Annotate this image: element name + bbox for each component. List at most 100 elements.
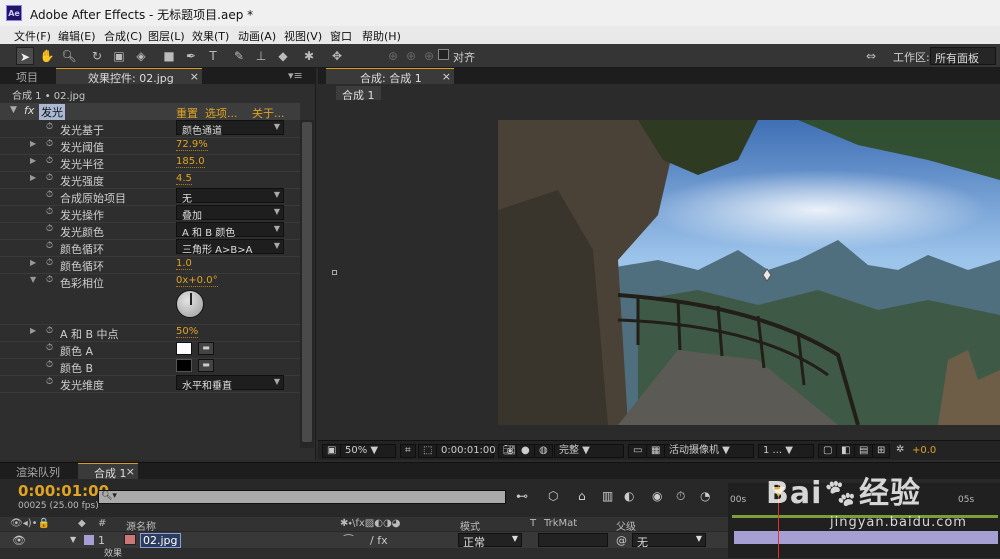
timeline-search-input[interactable]: 🔍︎▾ — [98, 490, 506, 504]
views-select[interactable]: 1 ... ▼ — [758, 444, 814, 458]
camera-tool-icon[interactable]: ▣ — [110, 47, 128, 65]
close-icon[interactable]: × — [190, 70, 199, 83]
glow-operation-select[interactable]: 叠加 ▼ — [176, 205, 284, 222]
stopwatch-icon[interactable]: ⏱ — [46, 343, 53, 353]
clone-stamp-tool-icon[interactable]: ⊥ — [252, 47, 270, 65]
expand-triangle-icon[interactable]: ▶ — [30, 156, 36, 165]
viewer-anchor-handle[interactable] — [332, 270, 337, 275]
stopwatch-icon[interactable]: ⏱ — [46, 360, 53, 370]
glow-threshold-value[interactable]: 72.9% — [176, 139, 208, 151]
trkmat-select[interactable] — [538, 533, 608, 547]
timer-icon[interactable]: ⏱ — [676, 489, 685, 504]
expand-triangle-icon[interactable]: ▶ — [30, 139, 36, 148]
blend-mode-select[interactable]: 正常 ▼ — [458, 533, 522, 549]
axis-world-icon[interactable]: ⊕ — [402, 47, 420, 65]
color-loops-value[interactable]: 1.0 — [176, 258, 192, 270]
composite-original-select[interactable]: 无 ▼ — [176, 188, 284, 205]
tab-effect-controls[interactable]: 效果控件: 02.jpg × — [56, 68, 202, 85]
workspace-select[interactable]: 所有面板 — [930, 47, 996, 65]
pen-tool-icon[interactable]: ✒ — [182, 47, 200, 65]
color-a-swatch[interactable] — [176, 342, 192, 355]
timeline-timecode[interactable]: 0:00:01:00 — [18, 482, 109, 500]
label-color-swatch[interactable] — [84, 535, 94, 545]
draft-3d-icon[interactable]: ⬡ — [548, 489, 558, 503]
close-icon[interactable]: × — [126, 465, 135, 478]
eyedropper-icon[interactable]: ▬ — [198, 359, 214, 372]
glow-radius-value[interactable]: 185.0 — [176, 156, 205, 168]
stopwatch-icon[interactable]: ⏱ — [46, 224, 53, 234]
grid-icon[interactable]: ⌗ — [400, 444, 416, 458]
stopwatch-icon[interactable]: ⏱ — [46, 122, 53, 132]
camera-select[interactable]: 活动摄像机 ▼ — [664, 444, 754, 458]
pickwhip-icon[interactable]: @ — [616, 534, 627, 547]
fast-preview-icon[interactable]: ◧ — [836, 444, 856, 458]
options-link[interactable]: 选项... — [205, 105, 238, 121]
region-icon[interactable]: ⬚ — [418, 444, 438, 458]
expand-triangle-icon[interactable]: ▶ — [30, 173, 36, 182]
tab-comp-1[interactable]: 合成 1 × — [78, 463, 138, 480]
stopwatch-icon[interactable]: ⏱ — [46, 190, 53, 200]
roi-icon[interactable]: ▭ — [628, 444, 648, 458]
exposure-icon[interactable]: ✲ — [892, 444, 908, 458]
scrollbar-thumb[interactable] — [302, 122, 312, 442]
pan-behind-tool-icon[interactable]: ◈ — [132, 47, 150, 65]
about-link[interactable]: 关于... — [252, 105, 285, 121]
flowchart-icon[interactable]: ⊞ — [872, 444, 891, 458]
puppet-pin-tool-icon[interactable]: ✥ — [328, 47, 346, 65]
timeline-icon[interactable]: ▤ — [854, 444, 874, 458]
current-time[interactable]: 0:00:01:00 — [436, 444, 496, 458]
exposure-value[interactable]: +0.0 — [912, 445, 936, 456]
toggle-pixel-icon[interactable]: ▢ — [818, 444, 838, 458]
comp-viewer[interactable] — [318, 100, 1000, 440]
graph-editor-icon[interactable]: ◉ — [652, 489, 662, 503]
zoom-select[interactable]: 50% ▼ — [340, 444, 396, 458]
visibility-eye-icon[interactable]: 👁 — [12, 534, 26, 547]
workspace-icon[interactable]: ⇔ — [862, 47, 880, 65]
stopwatch-icon[interactable]: ⏱ — [46, 156, 53, 166]
color-b-swatch[interactable] — [176, 359, 192, 372]
roto-brush-tool-icon[interactable]: ✱ — [300, 47, 318, 65]
tab-render-queue[interactable]: 渲染队列 — [10, 463, 66, 479]
color-phase-dial[interactable] — [176, 290, 204, 318]
menu-window[interactable]: 窗口 — [330, 28, 352, 44]
glow-dimensions-select[interactable]: 水平和垂直 ▼ — [176, 375, 284, 392]
glow-colors-select[interactable]: A 和 B 颜色 ▼ — [176, 222, 284, 239]
color-phase-value[interactable]: 0x+0.0° — [176, 275, 218, 287]
layer-duration-bar[interactable] — [734, 531, 998, 544]
resolution-select[interactable]: 完整 ▼ — [554, 444, 624, 458]
menu-edit[interactable]: 编辑(E) — [58, 28, 96, 44]
menu-help[interactable]: 帮助(H) — [362, 28, 401, 44]
stopwatch-icon[interactable]: ⏱ — [46, 258, 53, 268]
text-tool-icon[interactable]: T — [204, 47, 222, 65]
collapse-triangle-icon[interactable]: ▼ — [10, 105, 17, 115]
stopwatch-icon[interactable]: ⏱ — [46, 241, 53, 251]
transparency-grid-icon[interactable]: ▦ — [646, 444, 666, 458]
tab-project[interactable]: 项目 — [10, 68, 44, 84]
stopwatch-icon[interactable]: ⏱ — [46, 139, 53, 149]
menu-file[interactable]: 文件(F) — [14, 28, 51, 44]
stopwatch-icon[interactable]: ⏱ — [46, 377, 53, 387]
fx-toggle-icon[interactable]: fx — [24, 104, 34, 117]
snap-checkbox[interactable] — [438, 49, 449, 60]
rotate-tool-icon[interactable]: ↻ — [88, 47, 106, 65]
hand-tool-icon[interactable]: ✋ — [38, 47, 56, 65]
vertical-scrollbar[interactable] — [300, 120, 314, 448]
effect-name[interactable]: 发光 — [39, 104, 65, 120]
playback-icon[interactable]: ◔ — [700, 489, 710, 503]
rectangle-tool-icon[interactable]: ■ — [160, 47, 178, 65]
hide-shy-icon[interactable]: ⌂ — [578, 489, 586, 503]
collapse-triangle-icon[interactable]: ▼ — [30, 275, 36, 284]
frame-blending-icon[interactable]: ▥ — [602, 489, 613, 503]
axis-view-icon[interactable]: ⊕ — [420, 47, 438, 65]
stopwatch-icon[interactable]: ⏱ — [46, 275, 53, 285]
shy-switch-icon[interactable]: ⁀ — [344, 534, 353, 547]
menu-composition[interactable]: 合成(C) — [104, 28, 142, 44]
comp-mini-flowchart-icon[interactable]: ⊷ — [516, 489, 528, 503]
col-source-name[interactable]: 源名称 — [126, 518, 156, 533]
eyedropper-icon[interactable]: ▬ — [198, 342, 214, 355]
layer-name[interactable]: 02.jpg — [140, 533, 181, 548]
panel-menu-icon[interactable]: ▾≡ — [282, 68, 309, 84]
brush-tool-icon[interactable]: ✎ — [230, 47, 248, 65]
menu-view[interactable]: 视图(V) — [284, 28, 322, 44]
comp-canvas-image[interactable] — [498, 120, 1000, 425]
